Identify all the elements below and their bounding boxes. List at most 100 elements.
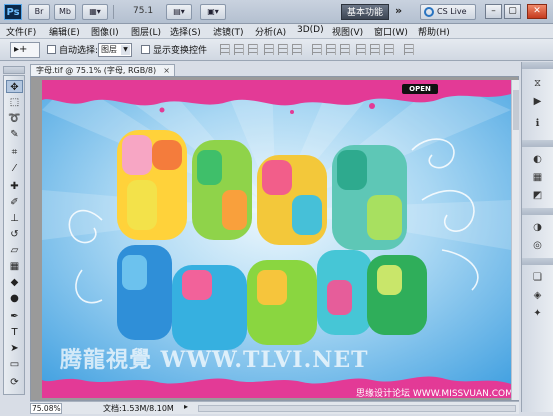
masks-icon[interactable]: ◎ — [529, 238, 546, 253]
close-button[interactable]: ✕ — [527, 4, 547, 19]
toolbox-grip[interactable] — [3, 66, 25, 74]
dock-grip[interactable] — [522, 140, 553, 147]
menu-layer[interactable]: 图层(L) — [131, 25, 161, 38]
dock-grip[interactable] — [522, 208, 553, 215]
cs-live-icon — [424, 7, 434, 17]
align-bottom-icon[interactable] — [248, 44, 258, 55]
show-transform-checkbox[interactable] — [141, 45, 150, 54]
horizontal-scrollbar[interactable] — [198, 405, 516, 412]
zoom-level[interactable]: 75.1 — [133, 6, 153, 16]
menu-image[interactable]: 图像(I) — [91, 25, 119, 38]
dodge-tool-icon[interactable]: ● — [6, 292, 23, 305]
auto-select-dropdown[interactable]: 图层 ▼ — [98, 43, 132, 57]
vertical-scrollbar[interactable] — [511, 80, 519, 400]
workspace-overflow-icon[interactable]: » — [395, 4, 402, 17]
menu-help[interactable]: 帮助(H) — [418, 25, 450, 38]
menu-filter[interactable]: 滤镜(T) — [213, 25, 244, 38]
distribute-right-icon[interactable] — [384, 44, 394, 55]
actions-icon[interactable]: ▶ — [529, 94, 546, 109]
eraser-tool-icon[interactable]: ▱ — [6, 244, 23, 257]
distribute-vcenter-icon[interactable] — [326, 44, 336, 55]
menu-edit[interactable]: 编辑(E) — [49, 25, 80, 38]
watermark-main: 腾龍視覺 WWW.TLVI.NET — [60, 347, 369, 373]
workspace-essentials-button[interactable]: 基本功能 — [341, 4, 389, 20]
view-extras-button[interactable]: ▦▾ — [82, 4, 108, 20]
distribute-bottom-icon[interactable] — [340, 44, 350, 55]
distribute-left-icon[interactable] — [356, 44, 366, 55]
3d-rotate-tool-icon[interactable]: ⟳ — [6, 376, 23, 389]
history-icon[interactable]: ⧖ — [529, 76, 546, 91]
menu-select[interactable]: 选择(S) — [170, 25, 201, 38]
scrollbar-thumb[interactable] — [513, 90, 519, 130]
document-size-info: 文档:1.53M/8.10M — [103, 404, 174, 413]
menu-view[interactable]: 视图(V) — [332, 25, 363, 38]
watermark-corner-prefix: 思缘设计论坛 — [356, 389, 411, 399]
align-hcenter-icon[interactable] — [278, 44, 288, 55]
distribute-hcenter-icon[interactable] — [370, 44, 380, 55]
separator — [113, 5, 114, 19]
align-top-icon[interactable] — [220, 44, 230, 55]
auto-select-checkbox[interactable] — [47, 45, 56, 54]
shape-tool-icon[interactable]: ▭ — [6, 358, 23, 371]
auto-select-value: 图层 — [101, 45, 117, 54]
gradient-tool-icon[interactable]: ▦ — [6, 260, 23, 273]
history-brush-tool-icon[interactable]: ↺ — [6, 228, 23, 241]
align-left-icon[interactable] — [264, 44, 274, 55]
eyedropper-tool-icon[interactable]: ⁄ — [6, 162, 23, 175]
crop-tool-icon[interactable]: ⌗ — [6, 146, 23, 159]
watermark-corner-site: WWW.MISSVUAN.COM — [412, 389, 513, 399]
photoshop-logo: Ps — [4, 4, 22, 20]
color-icon[interactable]: ◐ — [529, 152, 546, 167]
type-tool-icon[interactable]: T — [6, 326, 23, 339]
document-tab[interactable]: 字母.tif @ 75.1% (字母, RGB/8) × — [30, 64, 175, 76]
status-menu-arrow-icon[interactable]: ▸ — [184, 402, 188, 411]
pen-tool-icon[interactable]: ✒ — [6, 310, 23, 323]
status-bar: 75.08% 文档:1.53M/8.10M ▸ — [30, 401, 519, 414]
align-right-icon[interactable] — [292, 44, 302, 55]
cs-live-button[interactable]: CS Live — [420, 4, 476, 20]
menu-file[interactable]: 文件(F) — [6, 25, 36, 38]
styles-icon[interactable]: ◩ — [529, 188, 546, 203]
channels-icon[interactable]: ◈ — [529, 288, 546, 303]
brush-tool-icon[interactable]: ✐ — [6, 196, 23, 209]
menu-bar: 文件(F) 编辑(E) 图像(I) 图层(L) 选择(S) 滤镜(T) 分析(A… — [0, 24, 553, 39]
screen-mode-button[interactable]: ▣▾ — [200, 4, 226, 20]
align-vcenter-icon[interactable] — [234, 44, 244, 55]
tool-preset-picker[interactable]: ▸+ — [10, 42, 40, 58]
close-tab-icon[interactable]: × — [163, 65, 170, 76]
minimize-button[interactable]: – — [485, 4, 502, 19]
cs-live-label: CS Live — [437, 7, 467, 16]
open-badge: OPEN — [402, 84, 438, 94]
menu-3d[interactable]: 3D(D) — [297, 25, 324, 35]
clone-stamp-tool-icon[interactable]: ⊥ — [6, 212, 23, 225]
marquee-tool-icon[interactable]: ⬚ — [6, 96, 23, 109]
distribute-top-icon[interactable] — [312, 44, 322, 55]
path-select-tool-icon[interactable]: ➤ — [6, 342, 23, 355]
restore-button[interactable]: ▢ — [504, 4, 521, 19]
dock-grip[interactable] — [522, 62, 553, 69]
menu-analysis[interactable]: 分析(A) — [255, 25, 286, 38]
quick-select-tool-icon[interactable]: ✎ — [6, 128, 23, 141]
swatches-icon[interactable]: ▦ — [529, 170, 546, 185]
dock-grip[interactable] — [522, 258, 553, 265]
blur-tool-icon[interactable]: ◆ — [6, 276, 23, 289]
adjustments-icon[interactable]: ◑ — [529, 220, 546, 235]
healing-brush-tool-icon[interactable]: ✚ — [6, 180, 23, 193]
auto-align-icon[interactable] — [404, 44, 414, 55]
info-icon[interactable]: ℹ — [529, 116, 546, 131]
move-tool-icon[interactable]: ✥ — [6, 80, 23, 93]
photoshop-window: Ps Br Mb ▦▾ 75.1 ▤▾ ▣▾ 基本功能 » CS Live – … — [0, 0, 553, 416]
options-bar: ▸+ 自动选择: 图层 ▼ 显示变换控件 — [0, 39, 553, 61]
zoom-field[interactable]: 75.08% — [30, 403, 62, 414]
arrange-documents-button[interactable]: ▤▾ — [166, 4, 192, 20]
lasso-tool-icon[interactable]: ➰ — [6, 112, 23, 125]
toolbox: ✥ ⬚ ➰ ✎ ⌗ ⁄ ✚ ✐ ⊥ ↺ ▱ ▦ ◆ ● ✒ T ➤ ▭ ⟳ — [3, 75, 25, 395]
menu-window[interactable]: 窗口(W) — [374, 25, 408, 38]
mini-bridge-button[interactable]: Mb — [54, 4, 76, 20]
auto-select-label: 自动选择: — [59, 46, 99, 56]
watermark-corner: 思缘设计论坛 WWW.MISSVUAN.COM — [356, 386, 513, 399]
application-bar: Ps Br Mb ▦▾ 75.1 ▤▾ ▣▾ 基本功能 » CS Live – … — [0, 0, 553, 24]
paths-icon[interactable]: ✦ — [529, 306, 546, 321]
layers-icon[interactable]: ❏ — [529, 270, 546, 285]
bridge-button[interactable]: Br — [28, 4, 50, 20]
